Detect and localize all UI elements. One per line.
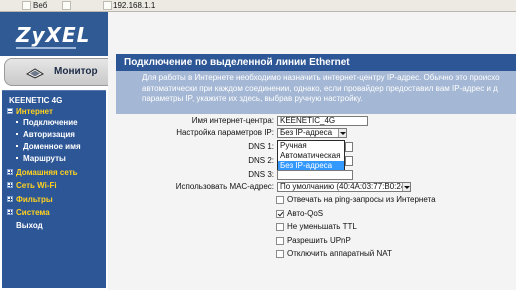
sidebar-item-label: Подключение — [23, 118, 78, 127]
sidebar-item-label: Домашняя сеть — [16, 168, 78, 177]
minus-icon — [7, 108, 13, 114]
chevron-down-icon[interactable] — [402, 183, 410, 191]
device-name: KEENETIC 4G — [9, 96, 63, 105]
brand-logo: ZyXEL — [16, 23, 91, 47]
sidebar-item-label: Сеть Wi-Fi — [16, 181, 57, 190]
ttl-label: Не уменьшать TTL — [287, 222, 357, 231]
bullet-icon — [16, 133, 18, 135]
nav-panel: KEENETIC 4G Интернет Подключение Авториз… — [2, 90, 106, 288]
sidebar-item-authorization[interactable]: Авторизация — [16, 130, 75, 140]
page-title: Подключение по выделенной линии Ethernet — [116, 54, 516, 71]
monitor-label: Монитор — [54, 66, 98, 77]
plus-icon — [7, 169, 13, 175]
sidebar-item-label: Выход — [16, 221, 43, 230]
monitor-tab[interactable]: Монитор — [4, 58, 108, 86]
ip-settings-value: Без IP-адреса — [280, 128, 333, 137]
url-field[interactable]: 192.168.1.1 — [113, 1, 155, 11]
upnp-checkbox[interactable] — [276, 237, 284, 245]
upnp-label: Разрешить UPnP — [287, 236, 351, 245]
bullet-icon — [16, 157, 18, 159]
plus-icon — [7, 182, 13, 188]
sidebar-item-label: Интернет — [16, 107, 53, 116]
browser-control[interactable] — [103, 1, 112, 10]
hostname-label: Имя интернет-центра: — [191, 116, 274, 125]
ip-option-manual[interactable]: Ручная — [278, 141, 344, 151]
logo-underline — [16, 47, 76, 49]
sidebar-item-label: Система — [16, 208, 50, 217]
sidebar-item-logout[interactable]: Выход — [16, 221, 43, 231]
bullet-icon — [16, 121, 18, 123]
sidebar-item-domain-name[interactable]: Доменное имя — [16, 142, 81, 152]
page-description: Для работы в Интернете необходимо назнач… — [116, 71, 516, 114]
dns2-input[interactable] — [345, 156, 353, 166]
ping-label: Отвечать на ping-запросы из Интернета — [287, 195, 436, 204]
bullet-icon — [16, 145, 18, 147]
sidebar-item-label: Доменное имя — [23, 142, 81, 151]
sidebar-item-filters[interactable]: Фильтры — [7, 195, 53, 205]
hw-nat-label: Отключить аппаратный NAT — [287, 249, 392, 258]
ip-option-automatic[interactable]: Автоматическая — [278, 151, 344, 161]
ip-settings-dropdown: Ручная Автоматическая Без IP-адреса — [277, 140, 345, 172]
sidebar-item-label: Авторизация — [23, 130, 75, 139]
sidebar-item-label: Фильтры — [16, 195, 53, 204]
hw-nat-checkbox[interactable] — [276, 250, 284, 258]
description-line: параметры IP, укажите их здесь, выбрав р… — [142, 94, 363, 103]
ping-checkbox[interactable] — [276, 196, 284, 204]
browser-control[interactable] — [22, 1, 31, 10]
description-line: автоматически при каждом соединении, одн… — [142, 83, 498, 93]
sidebar-item-routes[interactable]: Маршруты — [16, 154, 66, 164]
dns3-input[interactable] — [277, 170, 353, 180]
dns3-label: DNS 3: — [248, 170, 274, 179]
auto-qos-label: Авто-QoS — [287, 209, 324, 218]
description-line: Для работы в Интернете необходимо назнач… — [142, 73, 500, 82]
sidebar-item-connection[interactable]: Подключение — [16, 118, 78, 128]
auto-qos-checkbox[interactable] — [276, 210, 284, 218]
plus-icon — [7, 196, 13, 202]
dns2-label: DNS 2: — [248, 156, 274, 165]
logo-band: ZyXEL — [0, 12, 108, 56]
mac-label: Использовать МАС-адрес: — [175, 182, 274, 191]
browser-tab-label[interactable]: Веб — [33, 1, 47, 11]
hostname-input[interactable]: KEENETIC_4G — [277, 116, 368, 126]
sidebar-item-system[interactable]: Система — [7, 208, 50, 218]
ip-settings-select[interactable]: Без IP-адреса — [277, 128, 347, 138]
chevron-down-icon[interactable] — [338, 129, 346, 137]
ttl-checkbox[interactable] — [276, 223, 284, 231]
mac-value: По умолчанию (40:4A:03:77:B0:24) — [280, 182, 408, 191]
sidebar-item-wifi[interactable]: Сеть Wi-Fi — [7, 181, 57, 191]
dns1-label: DNS 1: — [248, 142, 274, 151]
mac-select[interactable]: По умолчанию (40:4A:03:77:B0:24) — [277, 182, 411, 192]
ip-settings-label: Настройка параметров IP: — [176, 128, 274, 137]
browser-address-bar: Веб 192.168.1.1 — [0, 0, 516, 12]
sidebar-item-internet[interactable]: Интернет — [7, 107, 53, 117]
browser-control[interactable] — [62, 1, 71, 10]
plus-icon — [7, 209, 13, 215]
sidebar-item-home-network[interactable]: Домашняя сеть — [7, 168, 78, 178]
sidebar: ZyXEL Монитор KEENETIC 4G Интернет Подкл… — [0, 12, 108, 290]
monitor-icon — [25, 68, 45, 79]
dns1-input[interactable] — [345, 142, 353, 152]
sidebar-item-label: Маршруты — [23, 154, 66, 163]
